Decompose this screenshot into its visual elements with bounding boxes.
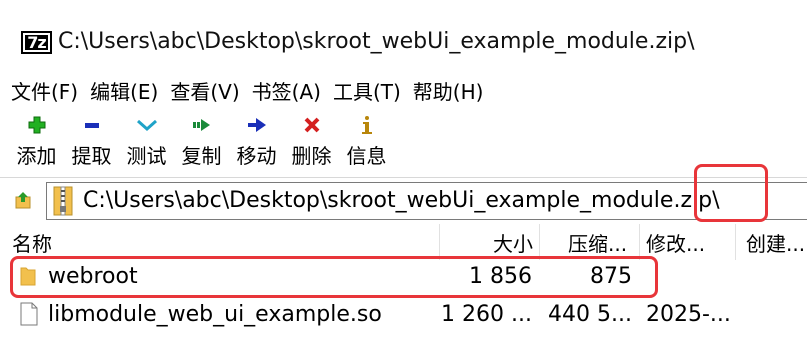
copy-button[interactable]: 复制: [174, 112, 229, 174]
check-chevron-icon: [136, 112, 158, 138]
add-button-label: 添加: [16, 144, 57, 168]
delete-x-icon: [303, 112, 321, 138]
menu-help[interactable]: 帮助(H): [413, 76, 484, 105]
up-folder-icon[interactable]: [14, 191, 34, 211]
address-bar: C:\Users\abc\Desktop\skroot_webUi_exampl…: [0, 177, 807, 225]
path-text[interactable]: C:\Users\abc\Desktop\skroot_webUi_exampl…: [83, 188, 720, 213]
move-arrow-icon: [247, 112, 267, 138]
file-row-webroot[interactable]: webroot 1 856 875: [0, 258, 807, 294]
file-icon: [20, 296, 40, 332]
file-modified: [646, 258, 736, 294]
move-button[interactable]: 移动: [229, 112, 284, 174]
column-header-modified[interactable]: 修改...: [640, 224, 736, 260]
file-size: 1 856: [469, 263, 532, 289]
menu-view[interactable]: 查看(V): [170, 76, 239, 105]
copy-arrow-icon: [192, 112, 212, 138]
column-header-name[interactable]: 名称: [0, 224, 440, 260]
extract-button-label: 提取: [71, 144, 112, 168]
extract-button[interactable]: 提取: [64, 112, 119, 174]
move-button-label: 移动: [236, 144, 277, 168]
test-button-label: 测试: [126, 144, 167, 168]
plus-icon: [28, 112, 46, 138]
menu-file[interactable]: 文件(F): [11, 76, 78, 105]
info-button-label: 信息: [346, 144, 387, 168]
menu-edit[interactable]: 编辑(E): [90, 76, 158, 105]
info-icon: [360, 112, 374, 138]
file-compressed-size: 875: [590, 263, 632, 289]
file-name: webroot: [48, 263, 138, 289]
minus-icon: [83, 112, 101, 138]
delete-button[interactable]: 删除: [284, 112, 339, 174]
path-field[interactable]: C:\Users\abc\Desktop\skroot_webUi_exampl…: [46, 182, 807, 220]
file-size: 1 260 ...: [441, 301, 532, 327]
title-bar: 7z C:\Users\abc\Desktop\skroot_webUi_exa…: [0, 0, 807, 68]
menu-tools[interactable]: 工具(T): [333, 76, 401, 105]
7zip-window: 7z C:\Users\abc\Desktop\skroot_webUi_exa…: [0, 0, 807, 359]
7zip-app-icon: 7z: [21, 31, 52, 54]
delete-button-label: 删除: [291, 144, 332, 168]
info-button[interactable]: 信息: [339, 112, 394, 174]
file-name: libmodule_web_ui_example.so: [48, 301, 382, 327]
window-title: C:\Users\abc\Desktop\skroot_webUi_exampl…: [58, 29, 695, 54]
test-button[interactable]: 测试: [119, 112, 174, 174]
column-header-size[interactable]: 大小: [440, 224, 540, 260]
copy-button-label: 复制: [181, 144, 222, 168]
file-row-libmodule[interactable]: libmodule_web_ui_example.so 1 260 ... 44…: [0, 296, 807, 332]
menu-bookmarks[interactable]: 书签(A): [252, 76, 321, 105]
zip-archive-icon: [53, 186, 73, 216]
file-modified: 2025-...: [646, 301, 731, 327]
add-button[interactable]: 添加: [9, 112, 64, 174]
column-header-compressed[interactable]: 压缩...: [540, 224, 640, 260]
file-list-header: 名称 大小 压缩... 修改... 创建...: [0, 224, 807, 260]
toolbar: 添加 提取 测试 复制 移动 删除 信息: [0, 112, 807, 174]
menu-bar: 文件(F) 编辑(E) 查看(V) 书签(A) 工具(T) 帮助(H): [0, 70, 807, 110]
folder-icon: [20, 258, 40, 294]
file-compressed-size: 440 5...: [548, 301, 632, 327]
column-header-created[interactable]: 创建...: [736, 224, 807, 260]
